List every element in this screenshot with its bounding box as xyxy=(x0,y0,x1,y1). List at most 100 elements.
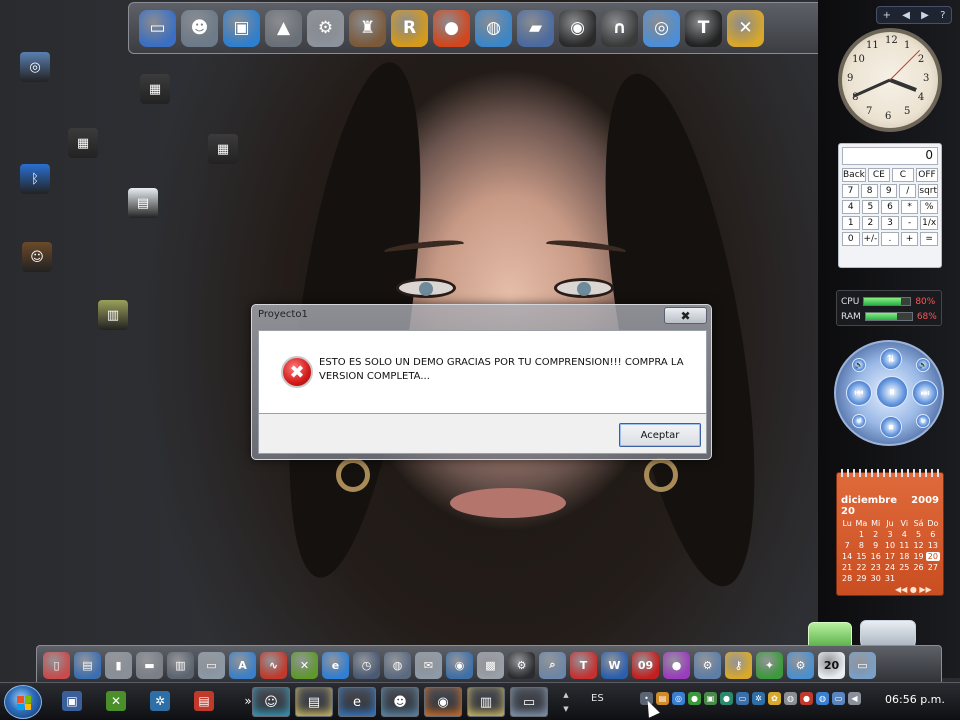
game-shortcut-desktop-icon[interactable]: ☺ xyxy=(22,242,52,272)
headphones-icon[interactable]: ∩ xyxy=(601,9,638,47)
calendar-day[interactable]: 1 xyxy=(854,530,868,539)
calendar-day[interactable]: 26 xyxy=(911,563,925,572)
dark-gear-icon[interactable]: ⚙ xyxy=(508,651,535,679)
folder-icon[interactable]: ▬ xyxy=(136,651,163,679)
clock-icon[interactable]: ◷ xyxy=(353,651,380,679)
settings-gear-icon[interactable]: ⚙ xyxy=(307,9,344,47)
calendar-day[interactable]: 27 xyxy=(926,563,940,572)
previous-track-button[interactable]: ⏮ xyxy=(846,380,872,406)
calendar-day[interactable]: 3 xyxy=(883,530,897,539)
media-player-icon[interactable]: ▤ xyxy=(74,651,101,679)
document-desktop-icon[interactable]: ▤ xyxy=(128,188,158,218)
calendar-day[interactable]: 17 xyxy=(883,552,897,561)
calendar-day[interactable]: 29 xyxy=(854,574,868,583)
calendar-navigation[interactable]: ◀◀ ● ▶▶ xyxy=(895,585,932,594)
tray-icon-7[interactable]: ▭ xyxy=(736,692,749,705)
calendar-day[interactable]: 5 xyxy=(911,530,925,539)
video-file-desktop-icon[interactable]: ▥ xyxy=(98,300,128,330)
calendar-day[interactable]: 25 xyxy=(897,563,911,572)
calendar-day[interactable]: 2 xyxy=(869,530,883,539)
notepad-icon[interactable]: ▯ xyxy=(43,651,70,679)
shuffle-button[interactable]: ⇅ xyxy=(880,348,902,370)
calculator-key[interactable]: % xyxy=(920,200,938,214)
calendar-day[interactable]: 19 xyxy=(911,552,925,561)
calculator-key[interactable]: . xyxy=(881,232,899,246)
alien-icon[interactable]: ◉ xyxy=(559,9,596,47)
tray-icon-12[interactable]: ◍ xyxy=(816,692,829,705)
calculator-key[interactable]: = xyxy=(920,232,938,246)
nine-channel-icon[interactable]: 09 xyxy=(632,651,659,679)
calendar-day[interactable]: 20 xyxy=(925,552,940,561)
tray-icon-9[interactable]: ✿ xyxy=(768,692,781,705)
calendar-day[interactable]: 18 xyxy=(897,552,911,561)
stop-button[interactable]: ⏹ xyxy=(880,416,902,438)
taskbar-scroll-down-button[interactable]: ▼ xyxy=(556,699,576,719)
film-desktop-icon[interactable]: ▦ xyxy=(140,74,170,104)
calculator-key[interactable]: Back xyxy=(842,168,866,182)
film-desktop-icon[interactable]: ▦ xyxy=(208,134,238,164)
messenger-users-icon[interactable]: ☻ xyxy=(181,9,218,47)
ie-icon[interactable]: e xyxy=(322,651,349,679)
calendar-day[interactable]: 4 xyxy=(897,530,911,539)
calculator-key[interactable]: 7 xyxy=(842,184,860,198)
cd-disc-desktop-icon[interactable]: ◎ xyxy=(20,52,50,82)
network-quicklaunch-icon[interactable]: ✲ xyxy=(150,691,170,711)
tray-icon-11[interactable]: ● xyxy=(800,692,813,705)
xbox-icon[interactable]: ✕ xyxy=(291,651,318,679)
screens-icon[interactable]: ▥ xyxy=(167,651,194,679)
tray-icon-5[interactable]: ▣ xyxy=(704,692,717,705)
teamviewer-icon[interactable]: T xyxy=(570,651,597,679)
calendar-day[interactable]: 24 xyxy=(883,563,897,572)
help-button[interactable]: ? xyxy=(940,10,945,21)
volume-up-button[interactable]: 🔊 xyxy=(916,358,930,372)
start-button[interactable] xyxy=(4,685,42,719)
globe-icon[interactable]: ◍ xyxy=(475,9,512,47)
network-icon[interactable]: ◉ xyxy=(446,651,473,679)
key-icon[interactable]: ⚷ xyxy=(725,651,752,679)
calendar-day[interactable]: 13 xyxy=(926,541,940,550)
fireball-icon[interactable]: ● xyxy=(433,9,470,47)
task-internet-explorer[interactable]: e xyxy=(338,687,376,717)
calculator-key[interactable]: 1/x xyxy=(920,216,938,230)
calendar-day[interactable]: 30 xyxy=(869,574,883,583)
calculator-key[interactable]: 1 xyxy=(842,216,860,230)
tshirt-icon[interactable]: T xyxy=(685,9,722,47)
calculator-key[interactable]: OFF xyxy=(915,168,938,182)
dialog-close-button[interactable]: ✖ xyxy=(664,307,707,324)
tray-icon-3[interactable]: ◎ xyxy=(672,692,685,705)
pdf-quicklaunch-icon[interactable]: ▤ xyxy=(194,691,214,711)
tray-icon-10[interactable]: ◍ xyxy=(784,692,797,705)
calculator-key[interactable]: +/- xyxy=(861,232,880,246)
calendar-day[interactable]: 10 xyxy=(883,541,897,550)
magnifier-icon[interactable]: ⌕ xyxy=(539,651,566,679)
calendar-20-icon[interactable]: 20 xyxy=(818,651,845,679)
add-gadget-button[interactable]: + xyxy=(883,10,891,21)
previous-gadget-button[interactable]: ◀ xyxy=(902,10,910,21)
task-users[interactable]: ☻ xyxy=(381,687,419,717)
calendar-day[interactable]: 15 xyxy=(854,552,868,561)
calculator-key[interactable]: 9 xyxy=(880,184,898,198)
loop-button[interactable]: ↻ xyxy=(916,414,930,428)
tray-icon-2[interactable]: ▤ xyxy=(656,692,669,705)
film-desktop-icon[interactable]: ▦ xyxy=(68,128,98,158)
volume-tray-icon[interactable]: ◀ xyxy=(848,692,861,705)
taskbar-clock[interactable]: 06:56 p.m. xyxy=(885,693,945,706)
calculator-key[interactable]: CE xyxy=(867,168,890,182)
bluetooth-desktop-icon[interactable]: ᛒ xyxy=(20,164,50,194)
computer-screen-icon[interactable]: ▣ xyxy=(223,9,260,47)
calculator-key[interactable]: 0 xyxy=(842,232,860,246)
calendar-day[interactable]: 28 xyxy=(840,574,854,583)
xbox-quicklaunch-icon[interactable]: ✕ xyxy=(106,691,126,711)
tray-icon-6[interactable]: ● xyxy=(720,692,733,705)
calculator-key[interactable]: / xyxy=(899,184,917,198)
drive-icon[interactable]: ▭ xyxy=(198,651,225,679)
calculator-key[interactable]: - xyxy=(900,216,919,230)
calendar-day[interactable]: 6 xyxy=(926,530,940,539)
acrobat-icon[interactable]: A xyxy=(229,651,256,679)
internet-globe-icon[interactable]: ◎ xyxy=(643,9,680,47)
calendar-day[interactable]: 21 xyxy=(840,563,854,572)
calculator-key[interactable]: sqrt xyxy=(918,184,939,198)
audio-wave-icon[interactable]: ∿ xyxy=(260,651,287,679)
calculator-key[interactable]: 3 xyxy=(881,216,899,230)
calendar-day[interactable]: 9 xyxy=(869,541,883,550)
